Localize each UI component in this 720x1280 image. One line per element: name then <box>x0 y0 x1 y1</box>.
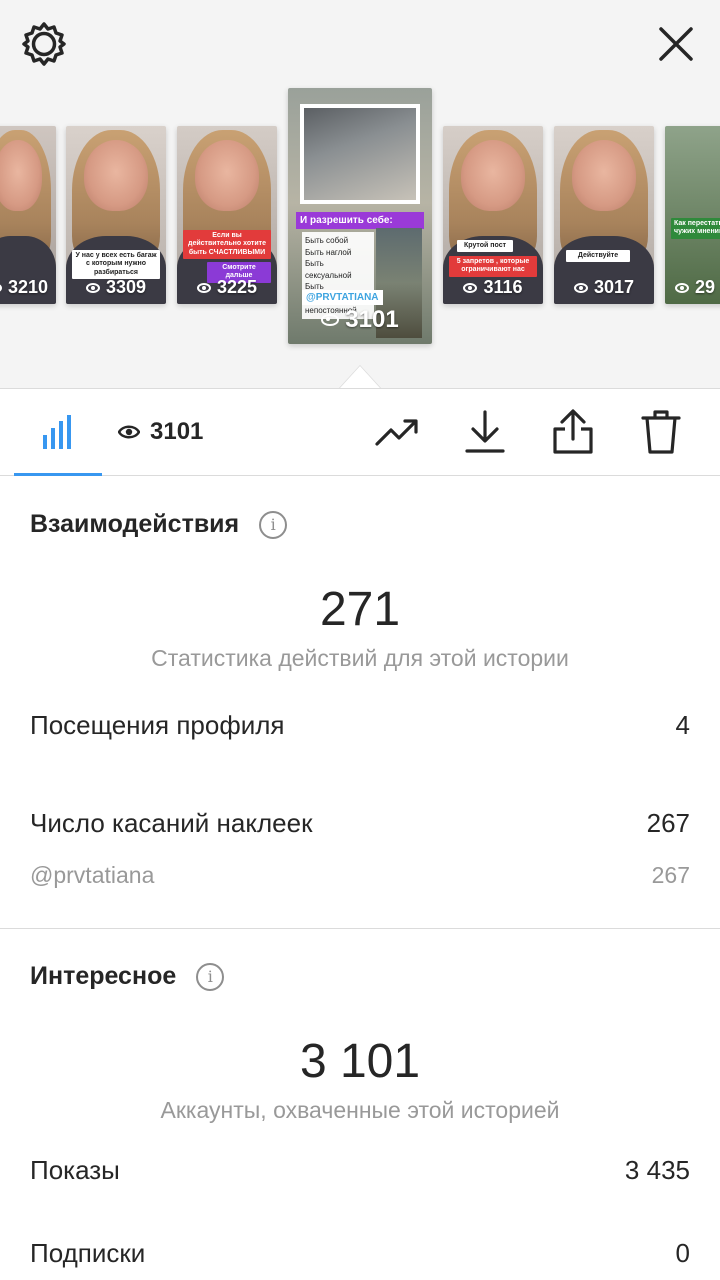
story-mention: @PRVTATIANA <box>302 290 383 305</box>
story-toolbar: 3101 <box>0 388 720 476</box>
trending-up-icon <box>375 419 418 446</box>
impressions-value: 3 435 <box>624 1155 690 1185</box>
profile-visits-value: 4 <box>675 710 690 740</box>
gear-icon <box>22 22 66 66</box>
sticker-mention-row: @prvtatiana 267 <box>30 862 690 889</box>
story-title: И разрешить себе: <box>296 212 424 229</box>
story-views: 3116 <box>443 277 543 298</box>
story-views: 3225 <box>177 277 277 298</box>
eye-icon <box>463 282 478 293</box>
trash-icon <box>641 410 681 454</box>
story-thumbnail[interactable]: Если вы действительно хотите быть СЧАСТЛ… <box>177 126 277 304</box>
sticker-taps-row: Число касаний наклеек 267 <box>30 808 690 839</box>
selection-pointer <box>340 366 380 388</box>
close-button[interactable] <box>652 20 700 68</box>
story-thumbnail[interactable]: 3210 <box>0 126 56 304</box>
story-list-item: Быть собой <box>305 236 349 245</box>
share-button[interactable] <box>548 407 598 457</box>
story-caption: Если вы действительно хотите быть СЧАСТЛ… <box>183 230 271 260</box>
story-views: 3101 <box>288 306 432 334</box>
tab-active-indicator <box>14 473 102 476</box>
interactions-total: 271 <box>319 583 401 636</box>
viewers-count: 3101 <box>150 418 204 445</box>
story-list-item: Быть наглой <box>305 247 352 257</box>
sticker-taps-value: 267 <box>646 808 690 838</box>
interactions-title: Взаимодействия <box>30 510 240 538</box>
story-caption: У нас у всех есть багаж с которым нужно … <box>72 250 160 280</box>
story-views: 29 <box>665 277 720 298</box>
sticker-mention-label: @prvtatiana <box>30 862 155 888</box>
profile-visits-label: Посещения профиля <box>30 710 285 740</box>
story-caption: 5 запретов , которые ограничивают нас <box>449 256 537 277</box>
delete-button[interactable] <box>636 407 686 457</box>
discovery-section-title: Интересное i <box>30 962 225 991</box>
story-list-item: Быть сексуальной <box>305 259 352 280</box>
section-divider <box>0 928 720 929</box>
eye-icon <box>675 282 689 293</box>
story-caption: Как перестать бояться чужих мнений <box>671 218 720 239</box>
download-button[interactable] <box>460 407 510 457</box>
story-views: 3309 <box>66 277 166 298</box>
eye-icon <box>0 282 2 293</box>
close-icon <box>659 27 693 61</box>
story-thumbnail[interactable]: Действуйте 3017 <box>554 126 654 304</box>
story-thumbnail-strip[interactable]: 3210 У нас у всех есть багаж с которым н… <box>0 0 720 388</box>
tab-insights[interactable] <box>14 389 102 475</box>
download-icon <box>465 410 505 453</box>
story-thumbnail[interactable]: У нас у всех есть багаж с которым нужно … <box>66 126 166 304</box>
reach-total: 3 101 <box>299 1035 421 1088</box>
settings-button[interactable] <box>18 20 70 68</box>
eye-icon <box>321 314 340 326</box>
follows-label: Подписки <box>30 1238 146 1268</box>
tab-viewers[interactable]: 3101 <box>118 389 203 475</box>
sticker-mention-value: 267 <box>651 862 690 888</box>
profile-visits-row: Посещения профиля 4 <box>30 710 690 741</box>
eye-icon <box>573 282 588 293</box>
story-thumbnail[interactable]: Крутой пост 5 запретов , которые огранич… <box>443 126 543 304</box>
story-caption: Крутой пост <box>457 240 513 253</box>
share-icon <box>553 409 593 454</box>
info-icon[interactable]: i <box>259 510 288 539</box>
reach-caption: Аккаунты, охваченные этой историей <box>160 1097 560 1123</box>
story-caption: Действуйте <box>566 250 630 263</box>
follows-value: 0 <box>675 1238 690 1268</box>
eye-icon <box>85 282 100 293</box>
story-thumbnail[interactable]: Как перестать бояться чужих мнений 29 <box>665 126 720 304</box>
story-views: 3210 <box>0 277 56 298</box>
follows-row: Подписки 0 <box>30 1238 690 1269</box>
impressions-row: Показы 3 435 <box>30 1155 690 1186</box>
interactions-caption: Статистика действий для этой истории <box>151 645 569 671</box>
impressions-label: Показы <box>30 1155 120 1185</box>
sticker-taps-label: Число касаний наклеек <box>30 808 313 838</box>
eye-icon <box>196 282 211 293</box>
promote-button[interactable] <box>373 407 423 457</box>
interactions-section-title: Взаимодействия i <box>30 510 288 539</box>
discovery-title: Интересное <box>30 962 177 990</box>
story-thumbnail-selected[interactable]: И разрешить себе: Быть собой Быть наглой… <box>288 88 432 344</box>
story-views: 3017 <box>554 277 654 298</box>
bar-chart-icon <box>43 415 71 449</box>
eye-icon <box>118 425 140 439</box>
story-photo <box>300 104 420 204</box>
info-icon[interactable]: i <box>196 962 225 991</box>
